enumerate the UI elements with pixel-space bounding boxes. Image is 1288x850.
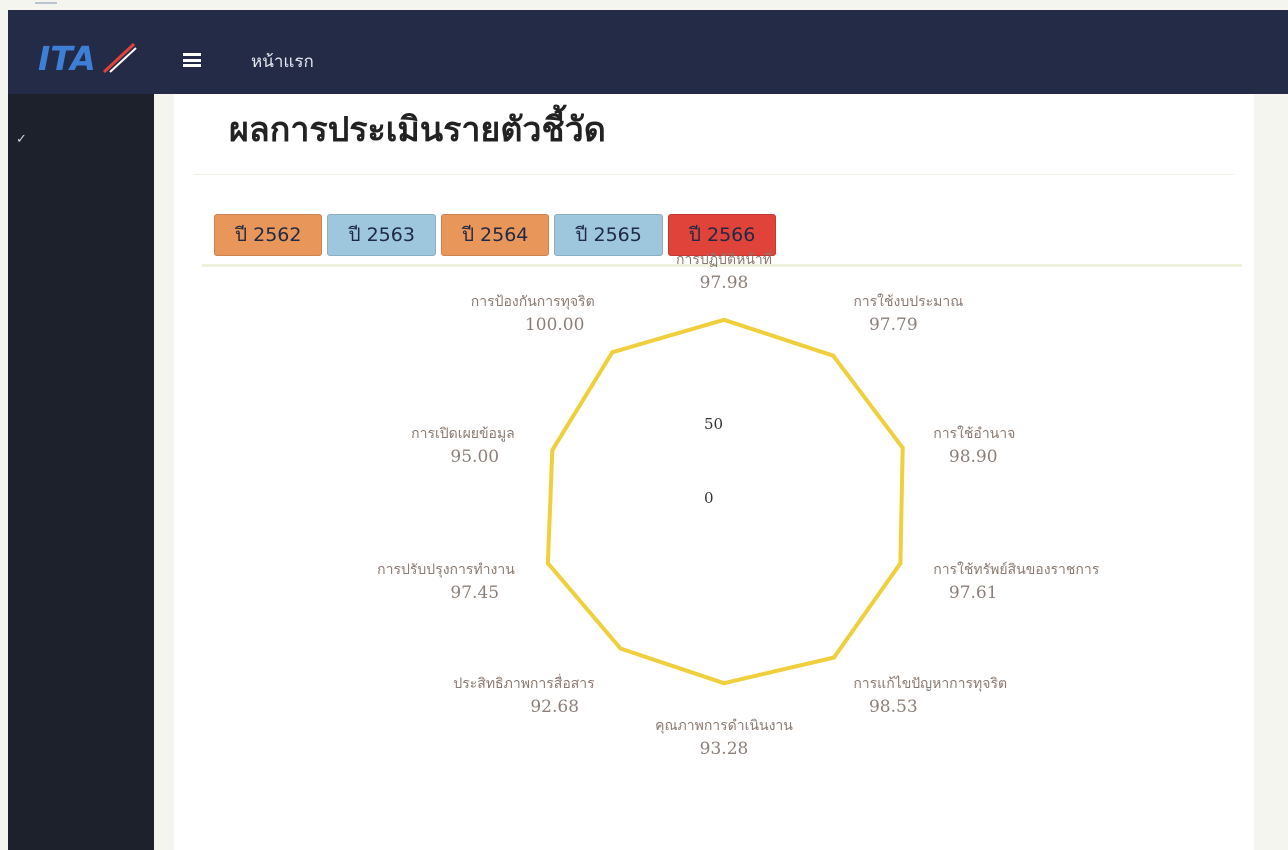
- radar-axis-value: 97.98: [700, 273, 749, 293]
- radar-axis-label: การใช้งบประมาณ: [853, 293, 963, 310]
- radar-axis-value: 98.53: [869, 697, 918, 717]
- top-accent-line: [35, 2, 57, 4]
- logo-text: ITA: [38, 40, 96, 74]
- radar-axis-label: การป้องกันการทุจริต: [471, 294, 595, 310]
- radar-data-point: [832, 655, 837, 660]
- radar-data-point: [831, 353, 836, 358]
- sidebar: ✓: [8, 94, 154, 850]
- radar-data-point: [618, 646, 623, 651]
- radar-axis-value: 93.28: [700, 739, 749, 759]
- sidebar-check-icon: ✓: [16, 132, 27, 147]
- radar-data-point: [900, 445, 905, 450]
- radar-data-point: [610, 350, 615, 355]
- radar-axis-label: การใช้อำนาจ: [933, 425, 1015, 442]
- radar-axis-label: คุณภาพการดำเนินงาน: [655, 718, 793, 734]
- radar-chart: 50 0 การปฏิบัติหน้าที่ 97.98 การใช้งบประมาณ 9…: [377, 250, 1100, 759]
- radar-data-point: [722, 317, 726, 322]
- radar-axis-label: ประสิทธิภาพการสื่อสาร: [453, 674, 595, 692]
- radar-data-point: [722, 681, 726, 686]
- radar-series-polygon: [545, 317, 905, 686]
- radar-axis-value: 97.45: [450, 583, 499, 603]
- radar-axis-label: การเปิดเผยข้อมูล: [411, 426, 515, 442]
- radar-axis-value: 97.79: [869, 315, 918, 335]
- radar-axis-value: 97.61: [949, 583, 998, 603]
- radar-axis-label: การแก้ไขปัญหาการทุจริต: [853, 675, 1007, 692]
- radar-axis-value: 95.00: [450, 447, 499, 467]
- radar-data-point: [550, 448, 555, 453]
- ita-logo[interactable]: ITA: [38, 40, 138, 74]
- radar-axis-value: 92.68: [530, 697, 579, 717]
- radar-data-point: [545, 561, 550, 566]
- radar-tick-label: 0: [704, 489, 714, 507]
- content-panel: ผลการประเมินรายตัวชี้วัด ปี 2562 ปี 2563…: [174, 94, 1254, 850]
- radar-axis-value: 100.00: [525, 315, 584, 335]
- nav-home-link[interactable]: หน้าแรก: [251, 48, 314, 75]
- main-content: ผลการประเมินรายตัวชี้วัด ปี 2562 ปี 2563…: [154, 94, 1288, 850]
- radar-data-point: [898, 561, 903, 566]
- menu-toggle-icon[interactable]: [183, 53, 201, 67]
- top-navbar: ITA หน้าแรก: [8, 10, 1288, 94]
- radar-axis-label: การปฏิบัติหน้าที่: [676, 250, 772, 268]
- radar-axis-label: การใช้ทรัพย์สินของราชการ: [933, 561, 1100, 578]
- radar-axis-label: การปรับปรุงการทำงาน: [377, 562, 515, 578]
- radar-axis-value: 98.90: [949, 447, 998, 467]
- radar-tick-label: 50: [704, 415, 723, 433]
